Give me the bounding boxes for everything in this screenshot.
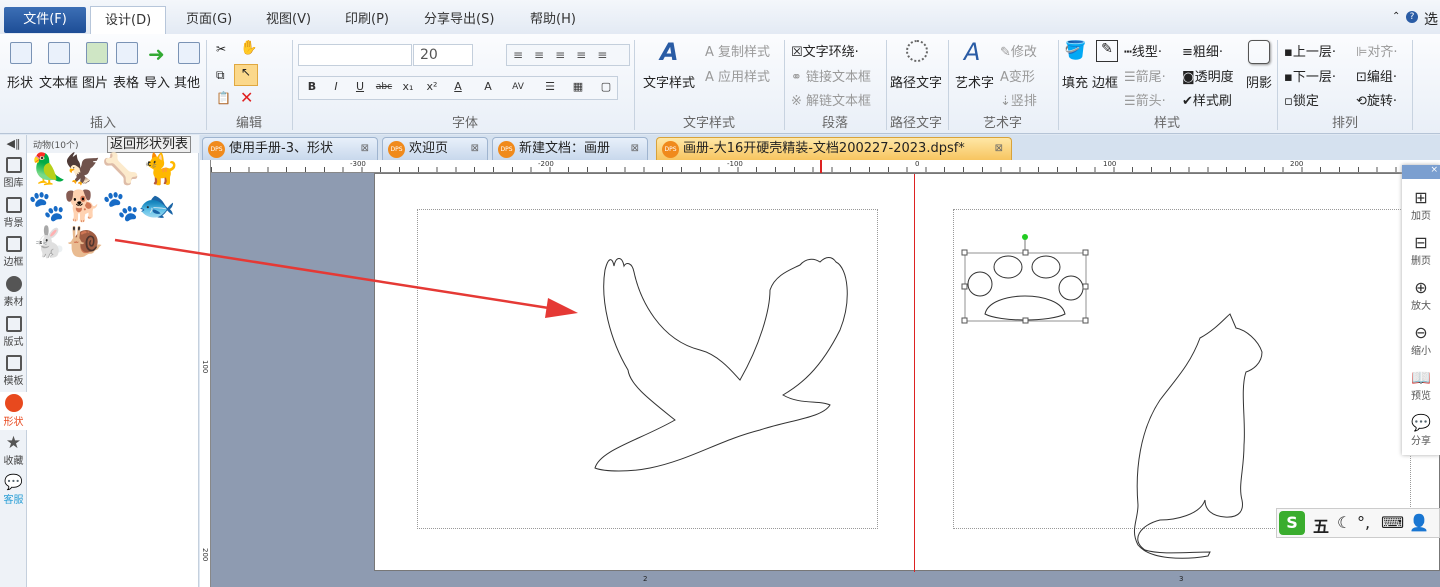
keyboard-icon[interactable]: ⌨ — [1381, 513, 1404, 532]
add-page-button[interactable]: ⊞ 加页 — [1402, 188, 1440, 223]
moon-icon[interactable]: ☾ — [1337, 513, 1351, 532]
bird-shape[interactable] — [594, 257, 848, 472]
tool-label: 缩小 — [1411, 346, 1431, 357]
sogou-logo-icon[interactable]: S — [1279, 511, 1305, 535]
ime-toolbar: S 五 ☾ °, ⌨ 👤 — [1276, 508, 1440, 538]
delete-page-icon: ⊟ — [1414, 233, 1428, 252]
zoom-in-icon: ⊕ — [1414, 278, 1428, 297]
zoom-out-icon: ⊖ — [1414, 323, 1428, 342]
tool-label: 加页 — [1411, 211, 1431, 222]
delete-page-button[interactable]: ⊟ 删页 — [1402, 233, 1440, 268]
tool-label: 分享 — [1411, 436, 1431, 447]
book-icon: 📖 — [1411, 368, 1431, 387]
red-arrow-annotation — [114, 238, 578, 318]
zoom-in-button[interactable]: ⊕ 放大 — [1402, 278, 1440, 313]
tool-label: 预览 — [1411, 391, 1431, 402]
ime-mode[interactable]: 五 — [1313, 513, 1329, 537]
zoom-out-button[interactable]: ⊖ 缩小 — [1402, 323, 1440, 358]
tool-label: 删页 — [1411, 256, 1431, 267]
drawing-layer — [114, 234, 1263, 559]
cat-shape[interactable] — [1133, 313, 1263, 559]
share-button[interactable]: 💬 分享 — [1402, 413, 1440, 448]
paw-shape-selected[interactable] — [961, 234, 1089, 324]
close-toolbar-icon[interactable]: × — [1402, 165, 1440, 179]
tool-label: 放大 — [1411, 301, 1431, 312]
side-toolbar: × ⊞ 加页 ⊟ 删页 ⊕ 放大 ⊖ 缩小 📖 预览 💬 分享 — [1402, 165, 1440, 455]
add-page-icon: ⊞ — [1414, 188, 1428, 207]
preview-button[interactable]: 📖 预览 — [1402, 368, 1440, 403]
punctuation-icon[interactable]: °, — [1357, 513, 1370, 532]
wechat-icon: 💬 — [1411, 413, 1431, 432]
user-icon[interactable]: 👤 — [1409, 513, 1429, 532]
